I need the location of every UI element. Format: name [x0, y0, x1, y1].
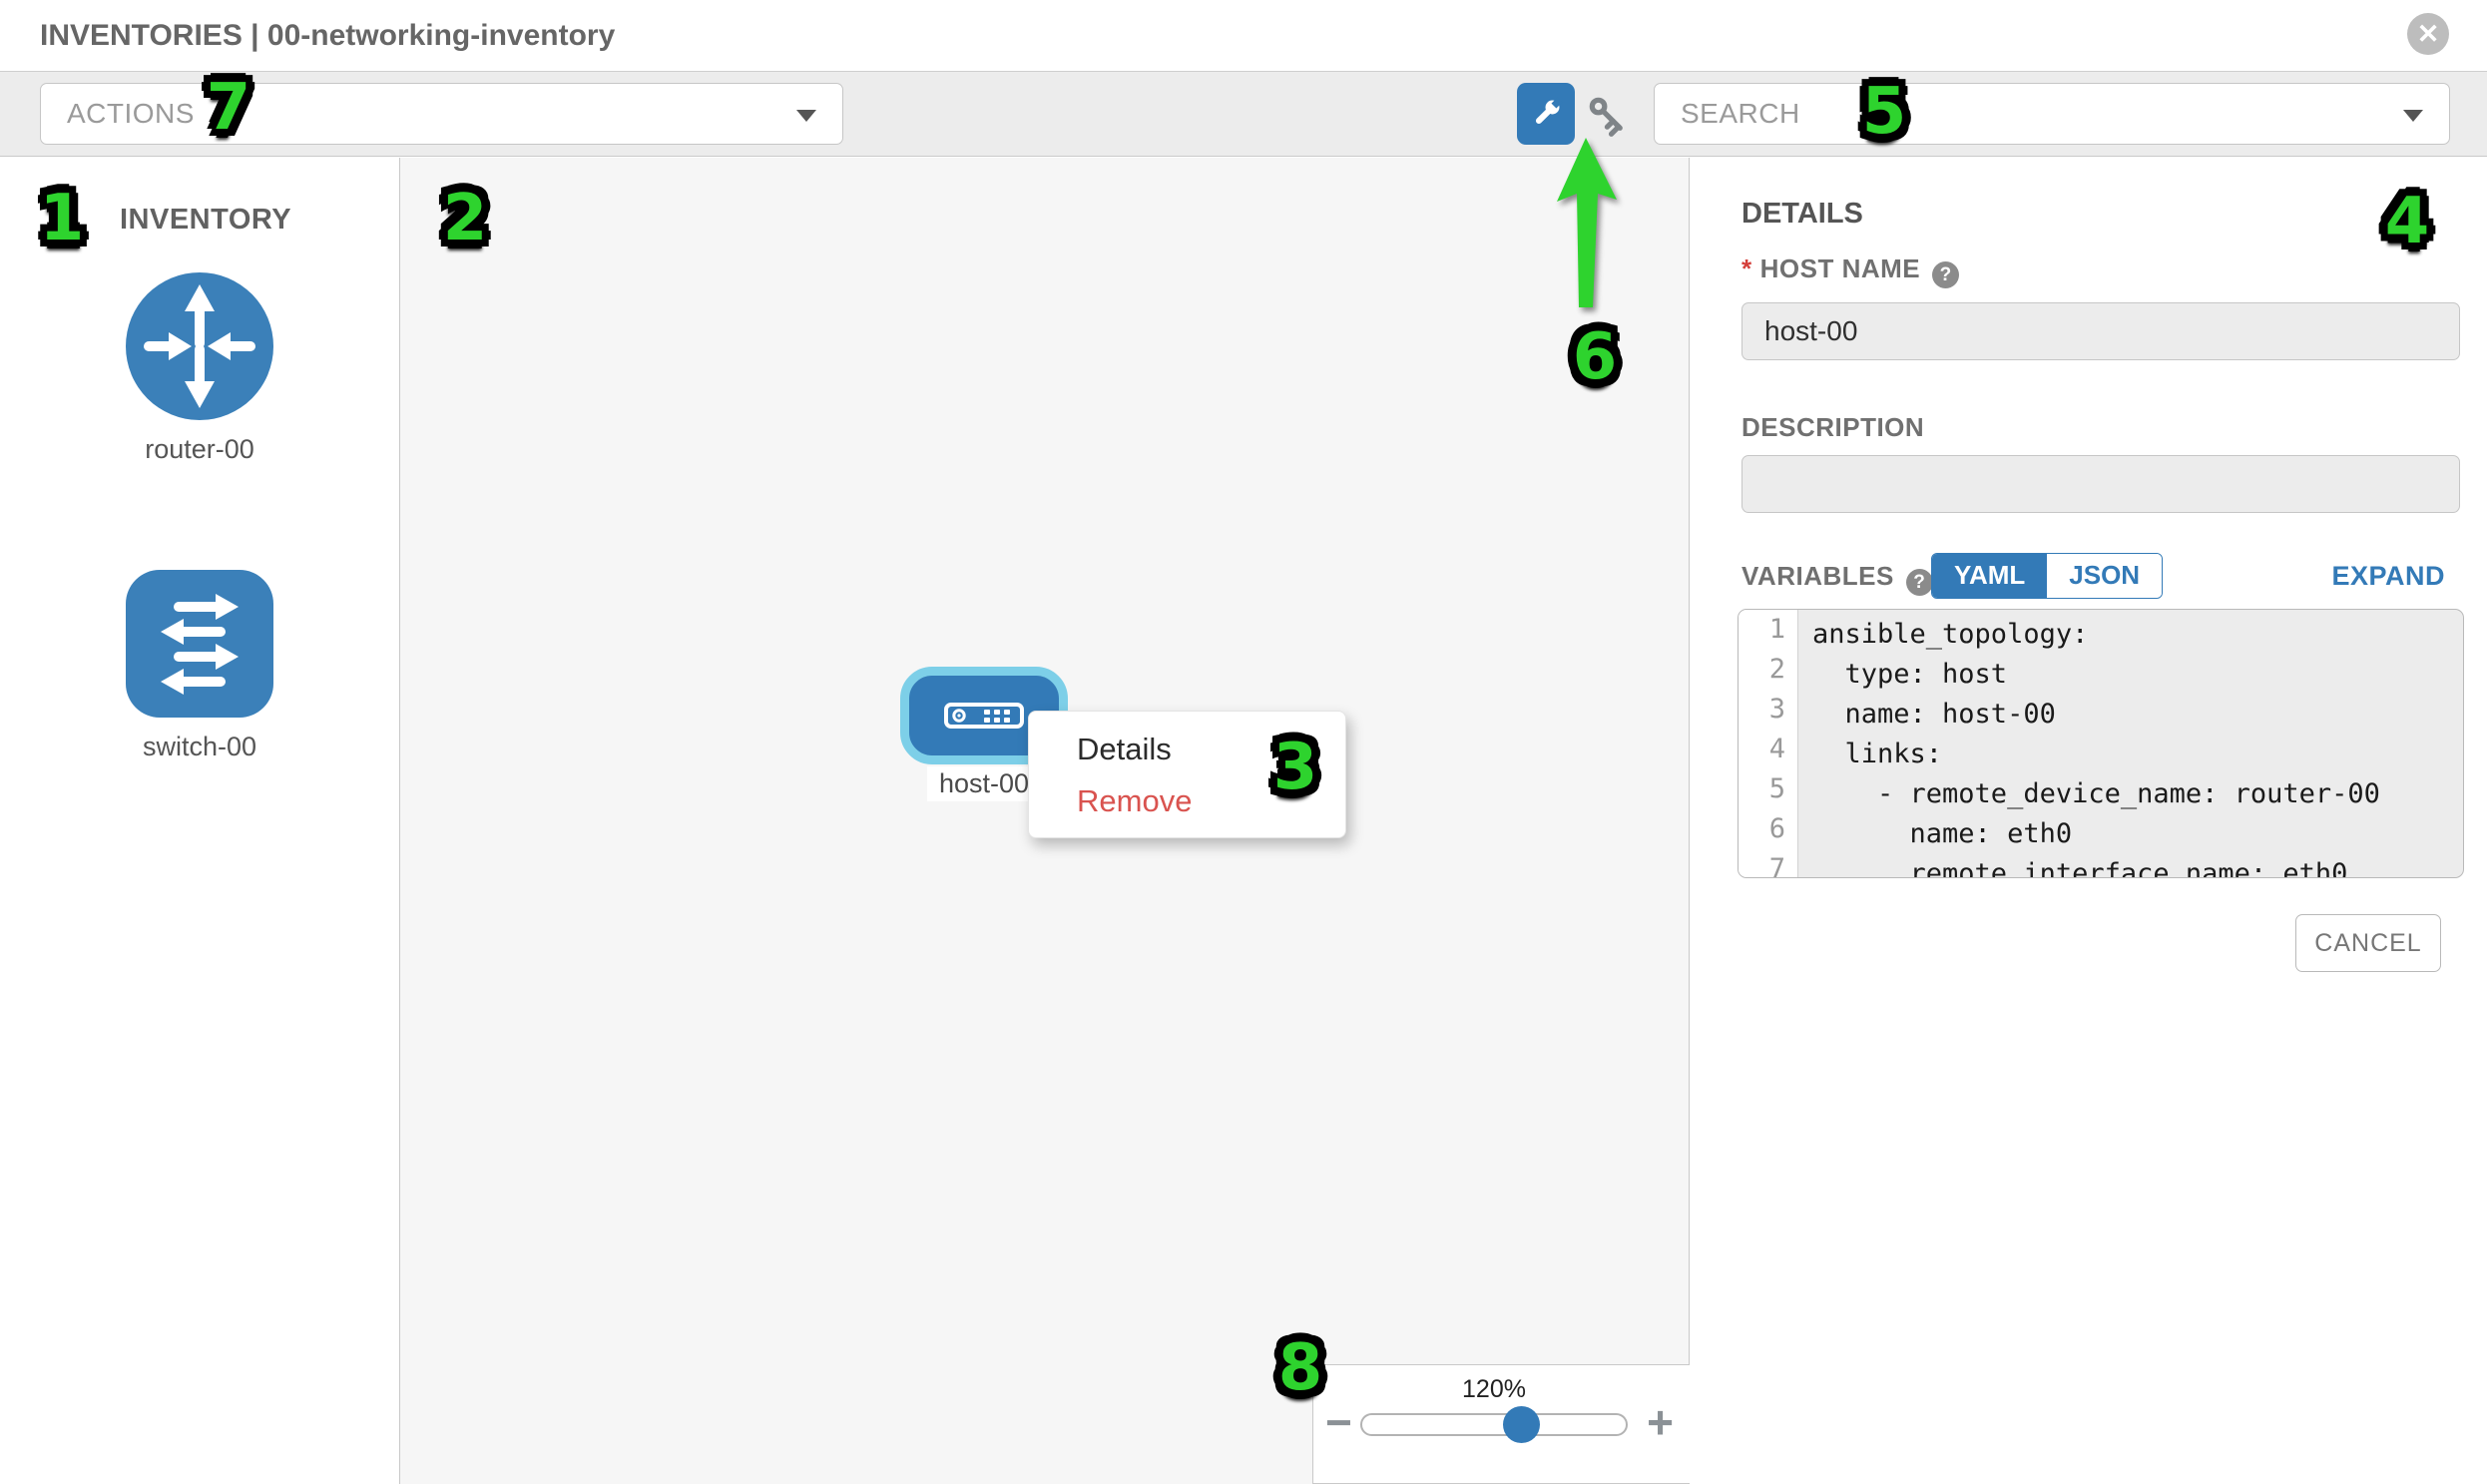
required-marker: * [1741, 253, 1752, 283]
code-line: 5 - remote_device_name: router-00 [1739, 774, 2463, 814]
toggle-json[interactable]: JSON [2047, 554, 2162, 598]
actions-dropdown[interactable]: ACTIONS [40, 83, 843, 145]
details-panel: DETAILS *HOST NAME? DESCRIPTION VARIABLE… [1690, 158, 2487, 1484]
host-name-label: *HOST NAME? [1741, 253, 1959, 288]
zoom-out-button[interactable]: − [1325, 1395, 1352, 1449]
server-icon [944, 703, 1024, 729]
topology-canvas[interactable]: host-00 Details Remove 120% − + [400, 158, 1690, 1484]
actions-dropdown-label: ACTIONS [67, 98, 195, 130]
expand-link[interactable]: EXPAND [2331, 561, 2445, 592]
page-title: INVENTORIES | 00-networking-inventory [40, 19, 615, 53]
sidebar-heading: INVENTORY [120, 204, 291, 237]
green-up-arrow-icon [1553, 136, 1633, 315]
page-header: INVENTORIES | 00-networking-inventory ✕ [0, 0, 2487, 72]
annotation-8: 8 [1278, 1331, 1323, 1405]
annotation-6: 6 [1573, 320, 1618, 394]
zoom-control: 120% − + [1312, 1364, 1690, 1484]
search-dropdown-label: SEARCH [1681, 98, 1800, 130]
close-icon[interactable]: ✕ [2407, 13, 2449, 55]
palette-item-switch[interactable]: switch-00 [125, 569, 274, 762]
zoom-in-button[interactable]: + [1647, 1395, 1674, 1449]
chevron-down-icon [2403, 110, 2423, 122]
help-icon[interactable]: ? [1906, 569, 1933, 596]
code-line: 7 remote_interface_name: eth0 [1739, 854, 2463, 878]
code-line: 4 links: [1739, 735, 2463, 774]
palette-item-router[interactable]: router-00 [125, 271, 274, 465]
description-input[interactable] [1741, 455, 2460, 513]
annotation-3: 3 [1273, 731, 1318, 804]
annotation-2: 2 [443, 182, 488, 255]
wrench-icon [1527, 95, 1565, 133]
variables-label: VARIABLES? [1741, 561, 1933, 596]
code-line: 1 ansible_topology: [1739, 615, 2463, 655]
key-button[interactable] [1583, 91, 1633, 141]
description-label: DESCRIPTION [1741, 412, 1924, 443]
annotation-4: 4 [2385, 185, 2430, 258]
search-dropdown[interactable]: SEARCH [1654, 83, 2450, 145]
inventory-sidebar: INVENTORY router-00 [0, 158, 400, 1484]
host-name-input[interactable] [1741, 302, 2460, 360]
zoom-percent-label: 120% [1374, 1375, 1614, 1404]
palette-item-label: switch-00 [125, 732, 274, 762]
annotation-1: 1 [40, 182, 85, 255]
switch-icon [125, 569, 274, 719]
chevron-down-icon [796, 110, 816, 122]
toggle-yaml[interactable]: YAML [1932, 554, 2047, 598]
host-node-label: host-00 [927, 766, 1041, 801]
code-line: 6 name: eth0 [1739, 814, 2463, 854]
key-icon [1583, 91, 1633, 141]
router-icon [125, 271, 274, 421]
toolbar: ACTIONS SEARCH [0, 72, 2487, 157]
palette-item-label: router-00 [125, 434, 274, 465]
variables-format-toggle: YAML JSON [1931, 553, 2163, 599]
zoom-slider-track[interactable] [1360, 1413, 1628, 1436]
help-icon[interactable]: ? [1932, 261, 1959, 288]
variables-code-editor[interactable]: 1 ansible_topology: 2 type: host 3 name:… [1738, 609, 2464, 878]
details-heading: DETAILS [1741, 198, 1863, 231]
code-lines: 1 ansible_topology: 2 type: host 3 name:… [1739, 610, 2463, 878]
code-line: 3 name: host-00 [1739, 695, 2463, 735]
annotation-5: 5 [1862, 75, 1907, 149]
app-root: { "header": { "title": "INVENTORIES | 00… [0, 0, 2487, 1484]
code-line: 2 type: host [1739, 655, 2463, 695]
zoom-slider-thumb[interactable] [1503, 1406, 1540, 1443]
annotation-7: 7 [207, 71, 251, 145]
cancel-button[interactable]: CANCEL [2295, 914, 2441, 972]
